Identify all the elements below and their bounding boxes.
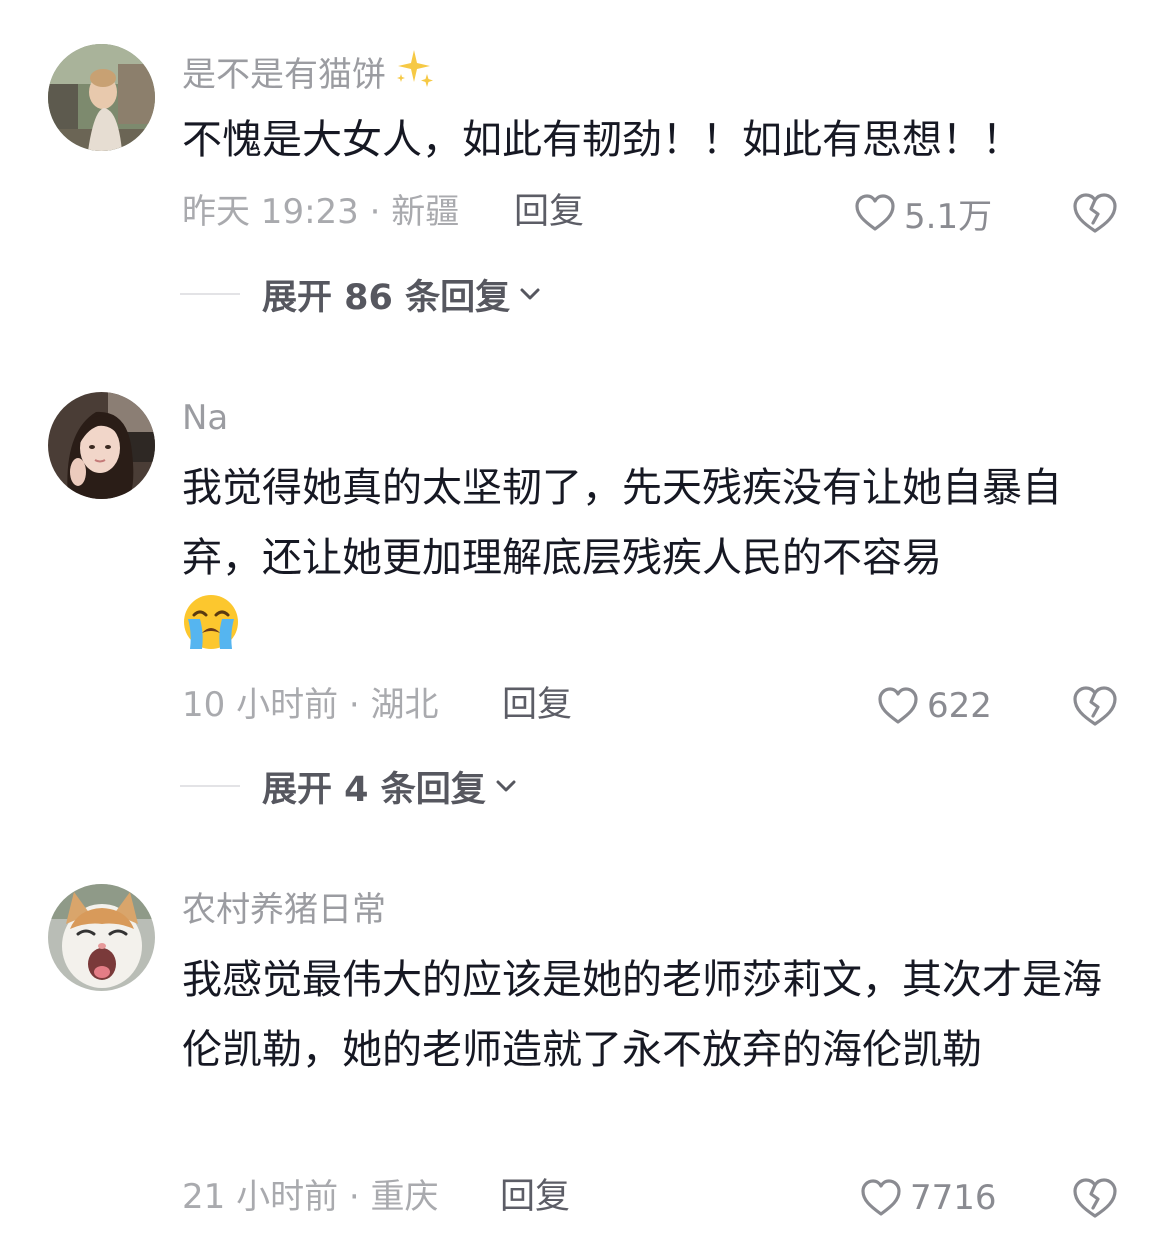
- like-count: 622: [927, 686, 992, 726]
- chevron-down-icon: [496, 780, 516, 792]
- dislike-button[interactable]: [1071, 682, 1119, 730]
- sparkles-icon: [392, 46, 436, 101]
- loudly-crying-face-icon: [182, 593, 240, 673]
- comment-text: 我觉得她真的太坚韧了，先天残疾没有让她自暴自弃，还让她更加理解底层残疾人民的不容…: [182, 453, 1122, 673]
- reply-button[interactable]: 回复: [500, 1175, 570, 1219]
- heart-icon: [855, 194, 895, 231]
- broken-heart-icon: [1073, 193, 1117, 233]
- expand-divider: [180, 785, 240, 787]
- heart-icon: [861, 1179, 901, 1216]
- username[interactable]: 农村养猪日常: [182, 888, 386, 932]
- comment-text: 我感觉最伟大的应该是她的老师莎莉文，其次才是海伦凯勒，她的老师造就了永不放弃的海…: [182, 957, 1102, 1073]
- broken-heart-icon: [1073, 686, 1117, 726]
- comment-text-body: 我觉得她真的太坚韧了，先天残疾没有让她自暴自弃，还让她更加理解底层残疾人民的不容…: [182, 465, 1062, 581]
- comment-time-location: 10 小时前 · 湖北: [182, 685, 439, 725]
- like-count: 5.1万: [904, 196, 993, 237]
- username-text: 是不是有猫饼: [182, 55, 386, 95]
- expand-replies-button[interactable]: 展开 86 条回复: [180, 272, 542, 318]
- reply-button[interactable]: 回复: [502, 683, 572, 727]
- like-button[interactable]: 7716: [858, 1174, 997, 1222]
- chevron-down-icon: [520, 288, 540, 300]
- comment-time-location: 21 小时前 · 重庆: [182, 1177, 439, 1217]
- expand-replies-button[interactable]: 展开 4 条回复: [180, 764, 518, 810]
- like-button[interactable]: 5.1万: [852, 189, 992, 237]
- like-count: 7716: [910, 1178, 997, 1218]
- like-button[interactable]: 622: [875, 682, 992, 730]
- username[interactable]: Na: [182, 396, 228, 440]
- heart-icon: [878, 687, 918, 724]
- user-avatar[interactable]: [48, 884, 155, 991]
- reply-button[interactable]: 回复: [514, 190, 584, 234]
- expand-divider: [180, 293, 240, 295]
- username[interactable]: 是不是有猫饼: [182, 46, 436, 101]
- dislike-button[interactable]: [1071, 1174, 1119, 1222]
- expand-replies-label: 展开 86 条回复: [262, 277, 511, 318]
- broken-heart-icon: [1073, 1178, 1117, 1218]
- expand-replies-label: 展开 4 条回复: [262, 769, 486, 810]
- comment-text: 不愧是大女人，如此有韧劲！！如此有思想！！: [182, 117, 1022, 163]
- comment-time-location: 昨天 19:23 · 新疆: [182, 192, 460, 232]
- dislike-button[interactable]: [1071, 189, 1119, 237]
- user-avatar[interactable]: [48, 44, 155, 151]
- user-avatar[interactable]: [48, 392, 155, 499]
